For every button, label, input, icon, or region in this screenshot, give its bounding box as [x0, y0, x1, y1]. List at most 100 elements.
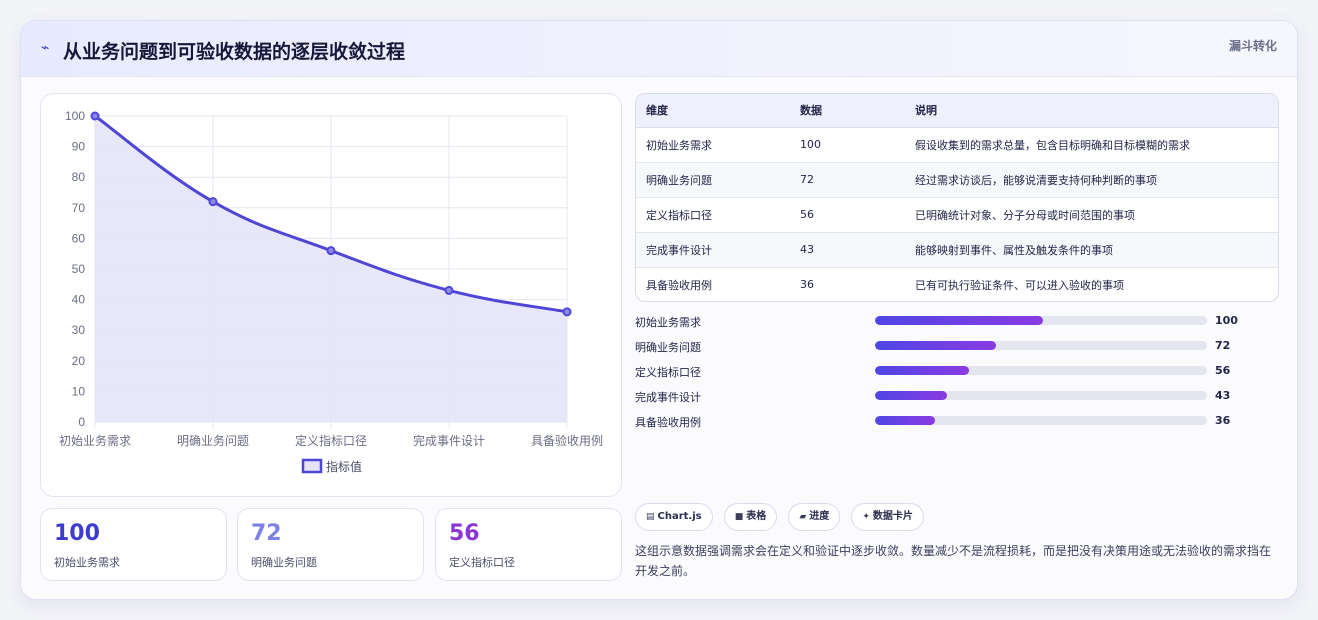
- chip-label: Chart.js: [657, 511, 702, 522]
- chart-icon: ▤: [646, 512, 655, 522]
- x-tick-label: 初始业务需求: [59, 433, 131, 448]
- progress-track: [875, 341, 1207, 350]
- column-header: 说明: [905, 94, 1278, 128]
- chip-label: 进度: [809, 511, 830, 522]
- progress-value: 36: [1215, 414, 1231, 427]
- data-point: [326, 246, 336, 256]
- description-note: 这组示意数据强调需求会在定义和验证中逐步收敛。数量减少不是流程损耗，而是把没有决…: [635, 544, 1272, 578]
- y-tick-label: 90: [72, 140, 86, 154]
- progress-label: 明确业务问题: [635, 341, 701, 354]
- table-cell: 具备验收用例: [646, 278, 712, 292]
- line-chart-panel: 0 10 20 30 40 50 60 70 80 90 100 初始业务需求 明确业务问题 定义指标口径…: [40, 93, 622, 497]
- table-row: 完成事件设计 43 能够映射到事件、属性及触发条件的事项: [636, 232, 1278, 268]
- y-tick-label: 100: [65, 109, 85, 123]
- progress-label: 初始业务需求: [635, 316, 701, 329]
- table-cell: 100: [790, 127, 905, 163]
- progress-value: 72: [1215, 339, 1231, 352]
- data-table: 维度 数据 说明 初始业务需求 100 假设收集到的需求总量，包含目标明确和目标…: [635, 93, 1279, 302]
- progress-label: 具备验收用例: [635, 416, 701, 429]
- y-tick-label: 10: [72, 384, 86, 398]
- table-cell: 36: [800, 278, 814, 292]
- chip-progress[interactable]: ▰ 进度: [788, 503, 841, 531]
- table-row: 定义指标口径 56 已明确统计对象、分子分母或时间范围的事项: [636, 197, 1278, 233]
- column-header: 数据: [790, 94, 905, 128]
- progress-label: 定义指标口径: [635, 366, 701, 379]
- stat-card-initial: 100 初始业务需求: [40, 508, 227, 581]
- chip-label: 数据卡片: [872, 511, 913, 522]
- progress-row: 完成事件设计 43: [635, 386, 1275, 411]
- x-tick-label: 具备验收用例: [531, 433, 603, 448]
- table-icon: ■: [734, 512, 744, 522]
- lightning-icon: ⌁: [41, 40, 50, 56]
- progress-row: 明确业务问题 72: [635, 336, 1275, 361]
- y-tick-label: 30: [72, 323, 86, 337]
- table-cell: 43: [790, 232, 905, 268]
- x-tick-label: 明确业务问题: [177, 433, 249, 448]
- table-cell: 72: [790, 162, 905, 198]
- stat-label: 明确业务问题: [251, 556, 317, 569]
- progress-track: [875, 316, 1207, 325]
- progress-row: 具备验收用例 36: [635, 411, 1275, 436]
- table-cell: 已明确统计对象、分子分母或时间范围的事项: [905, 197, 1278, 233]
- card-header: ⌁ 从业务问题到可验收数据的逐层收敛过程 漏斗转化: [21, 21, 1297, 77]
- y-tick-label: 0: [78, 415, 85, 429]
- progress-track: [875, 416, 1207, 425]
- y-tick-label: 70: [72, 201, 86, 215]
- chip-chartjs[interactable]: ▤ Chart.js: [635, 503, 713, 531]
- progress-fill: [875, 316, 1043, 325]
- progress-fill: [875, 366, 969, 375]
- y-tick-label: 60: [72, 231, 86, 245]
- progress-value: 43: [1215, 389, 1231, 402]
- y-tick-label: 80: [72, 170, 86, 184]
- stat-value: 100: [54, 521, 100, 546]
- table-row: 初始业务需求 100 假设收集到的需求总量，包含目标明确和目标模糊的需求: [636, 127, 1278, 163]
- progress-list: 初始业务需求 100 明确业务问题 72 定义指标口径 56 完成事件设计 43…: [635, 311, 1275, 436]
- y-tick-label: 20: [72, 354, 86, 368]
- y-tick-label: 40: [72, 293, 86, 307]
- funnel-tag: 漏斗转化: [1228, 39, 1277, 53]
- stat-label: 定义指标口径: [449, 556, 515, 569]
- table-cell: 56: [790, 197, 905, 233]
- table-cell: 假设收集到的需求总量，包含目标明确和目标模糊的需求: [905, 127, 1278, 163]
- progress-fill: [875, 391, 948, 400]
- progress-row: 初始业务需求 100: [635, 311, 1275, 336]
- tech-chips: ▤ Chart.js ■ 表格 ▰ 进度 ✦ 数据卡片: [635, 503, 930, 531]
- progress-track: [875, 391, 1207, 400]
- data-point: [562, 307, 572, 317]
- progress-label: 完成事件设计: [635, 391, 701, 404]
- progress-fill: [875, 341, 996, 350]
- stat-label: 初始业务需求: [54, 556, 120, 569]
- table-header-row: 维度 数据 说明: [636, 94, 1278, 128]
- table-cell: 经过需求访谈后，能够说清要支持何种判断的事项: [905, 162, 1278, 198]
- stat-card-problem: 72 明确业务问题: [237, 508, 424, 581]
- progress-value: 56: [1215, 364, 1231, 377]
- stat-card-metric: 56 定义指标口径: [435, 508, 622, 581]
- stat-value: 72: [251, 521, 282, 546]
- table-row: 具备验收用例 36 已有可执行验证条件、可以进入验收的事项: [636, 267, 1278, 301]
- progress-fill: [875, 416, 936, 425]
- chip-data-card[interactable]: ✦ 数据卡片: [851, 503, 924, 531]
- data-point: [444, 285, 454, 295]
- table-cell: 完成事件设计: [636, 232, 790, 268]
- legend-swatch: [301, 458, 323, 474]
- column-header: 维度: [636, 94, 790, 128]
- table-cell: 能够映射到事件、属性及触发条件的事项: [905, 232, 1278, 268]
- chip-table[interactable]: ■ 表格: [723, 503, 778, 531]
- line-chart: 0 10 20 30 40 50 60 70 80 90 100 初始业务需求 明确业务问题 定义指标口径…: [59, 109, 603, 474]
- y-tick-label: 50: [72, 262, 86, 276]
- table-cell: 定义指标口径: [636, 197, 790, 233]
- card-icon: ✦: [862, 512, 870, 522]
- chip-label: 表格: [746, 511, 767, 522]
- table-cell: 已有可执行验证条件、可以进入验收的事项: [915, 278, 1124, 292]
- table-row: 明确业务问题 72 经过需求访谈后，能够说清要支持何种判断的事项: [636, 162, 1278, 198]
- report-card: ⌁ 从业务问题到可验收数据的逐层收敛过程 漏斗转化 0 10 20 30 40 50 60 7…: [20, 20, 1298, 600]
- progress-row: 定义指标口径 56: [635, 361, 1275, 386]
- x-tick-label: 完成事件设计: [413, 433, 485, 448]
- data-point: [208, 197, 218, 207]
- x-tick-label: 定义指标口径: [295, 433, 367, 448]
- stat-value: 56: [449, 521, 480, 546]
- page-title: 从业务问题到可验收数据的逐层收敛过程: [63, 41, 406, 63]
- legend-label: 指标值: [326, 459, 362, 474]
- progress-track: [875, 366, 1207, 375]
- progress-value: 100: [1215, 314, 1238, 327]
